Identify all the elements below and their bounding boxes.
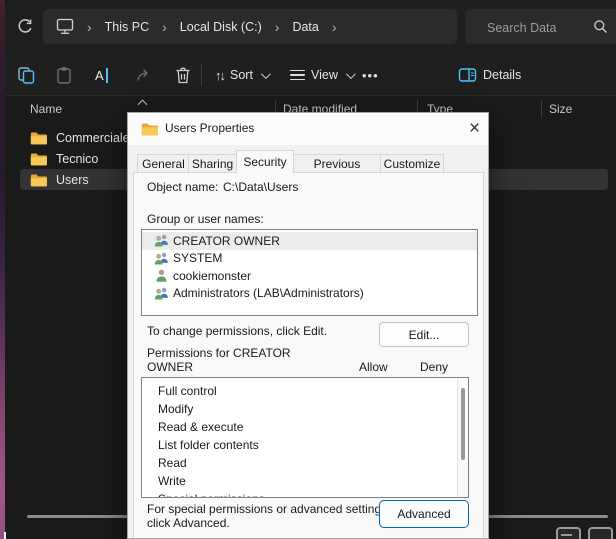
breadcrumb-data[interactable]: Data (292, 20, 318, 34)
share-icon[interactable] (133, 61, 155, 89)
advanced-hint-line1: For special permissions or advanced sett… (147, 502, 390, 516)
permission-row-modify[interactable]: Modify (142, 400, 468, 418)
advanced-button[interactable]: Advanced (379, 500, 469, 528)
folder-icon (30, 131, 47, 145)
copy-icon[interactable] (15, 61, 38, 89)
breadcrumb-this-pc[interactable]: This PC (105, 20, 149, 34)
deny-column-label: Deny (420, 360, 448, 374)
permission-row-special-permissions[interactable]: Special permissions (142, 490, 468, 498)
column-divider[interactable] (541, 100, 542, 118)
more-options-button[interactable]: ••• (360, 61, 381, 89)
principal-name: Administrators (LAB\Administrators) (173, 286, 364, 300)
status-bar-details-view-icon[interactable] (556, 527, 581, 539)
principal-name: cookiemonster (173, 269, 251, 283)
file-name: Commerciale (56, 131, 130, 145)
view-label: View (311, 68, 338, 82)
search-box[interactable] (465, 9, 616, 44)
paste-icon[interactable] (53, 61, 75, 89)
details-pane-button[interactable]: Details (456, 61, 523, 89)
object-name-value: C:\Data\Users (223, 180, 298, 194)
folder-icon (30, 173, 47, 187)
breadcrumb-chevron-icon[interactable]: › (162, 20, 167, 34)
permissions-for-label-line1: Permissions for CREATOR (147, 346, 291, 360)
principal-row-administrators[interactable]: Administrators (LAB\Administrators) (142, 285, 477, 303)
group-icon (154, 233, 169, 248)
group-or-user-names-list: CREATOR OWNER SYSTEM (141, 229, 478, 316)
close-icon[interactable]: × (462, 116, 487, 141)
command-toolbar: A ↑↓ Sort View (5, 55, 616, 96)
file-name: Tecnico (56, 152, 98, 166)
allow-column-label: Allow (359, 360, 388, 374)
permissions-list: Full control Modify Read & execute List … (141, 377, 469, 498)
ellipsis-icon: ••• (362, 68, 379, 83)
this-pc-icon (56, 18, 74, 35)
status-bar-icons-view-icon[interactable] (588, 527, 613, 539)
details-pane-icon (458, 67, 477, 83)
delete-icon[interactable] (172, 61, 194, 89)
breadcrumb-chevron-icon[interactable]: › (87, 20, 92, 34)
file-name: Users (56, 173, 89, 187)
chevron-down-icon (346, 69, 356, 79)
group-or-user-names-label: Group or user names: (147, 212, 264, 226)
permission-row-read[interactable]: Read (142, 454, 468, 472)
search-icon[interactable] (593, 19, 608, 34)
scrollbar-thumb[interactable] (461, 388, 465, 460)
folder-icon (30, 152, 47, 166)
tab-security[interactable]: Security (236, 150, 294, 174)
principal-name: CREATOR OWNER (173, 234, 280, 248)
users-properties-dialog: Users Properties × General Sharing Secur… (127, 112, 489, 539)
principal-name: SYSTEM (173, 251, 222, 265)
rename-icon[interactable]: A (93, 61, 110, 89)
tab-previous-versions[interactable]: Previous Versions (292, 154, 382, 174)
navigation-bar: › This PC › Local Disk (C:) › Data › (5, 0, 616, 55)
edit-button[interactable]: Edit... (379, 322, 469, 347)
sort-button[interactable]: ↑↓ Sort (213, 61, 270, 89)
breadcrumb-local-disk-c[interactable]: Local Disk (C:) (180, 20, 262, 34)
sort-arrows-icon: ↑↓ (215, 68, 224, 83)
dialog-title-bar: Users Properties × (128, 113, 488, 145)
column-header-size[interactable]: Size (549, 96, 572, 122)
tab-sharing[interactable]: Sharing (188, 154, 237, 174)
view-list-icon (290, 67, 305, 84)
tab-customize[interactable]: Customize (380, 154, 444, 174)
folder-icon (141, 122, 158, 136)
principal-row-cookiemonster[interactable]: cookiemonster (142, 267, 477, 285)
view-button[interactable]: View (288, 61, 355, 89)
edit-hint-text: To change permissions, click Edit. (147, 324, 327, 338)
permission-row-read-execute[interactable]: Read & execute (142, 418, 468, 436)
refresh-icon[interactable] (15, 15, 39, 39)
tab-general[interactable]: General (137, 154, 190, 174)
sort-label: Sort (230, 68, 253, 82)
dialog-title: Users Properties (165, 113, 254, 144)
principal-row-creator-owner[interactable]: CREATOR OWNER (142, 232, 477, 250)
permissions-for-label-line2: OWNER (147, 360, 193, 374)
group-icon (154, 251, 169, 266)
user-icon (154, 268, 169, 283)
breadcrumb-chevron-icon[interactable]: › (332, 20, 337, 34)
permission-row-write[interactable]: Write (142, 472, 468, 490)
breadcrumb-chevron-icon[interactable]: › (275, 20, 280, 34)
details-label: Details (483, 68, 521, 82)
group-icon (154, 286, 169, 301)
column-header-name[interactable]: Name (30, 96, 62, 122)
address-bar[interactable]: › This PC › Local Disk (C:) › Data › (43, 9, 457, 44)
principal-row-system[interactable]: SYSTEM (142, 250, 477, 268)
toolbar-divider (201, 64, 202, 86)
screen: › This PC › Local Disk (C:) › Data › (0, 0, 616, 539)
object-name-label: Object name: (147, 180, 218, 194)
search-input[interactable] (485, 9, 589, 46)
text-cursor-artifact (4, 532, 6, 539)
permission-row-list-folder-contents[interactable]: List folder contents (142, 436, 468, 454)
advanced-hint-line2: click Advanced. (147, 516, 230, 530)
chevron-down-icon (261, 69, 271, 79)
permission-row-full-control[interactable]: Full control (142, 382, 468, 400)
permissions-scrollbar[interactable] (457, 378, 468, 497)
